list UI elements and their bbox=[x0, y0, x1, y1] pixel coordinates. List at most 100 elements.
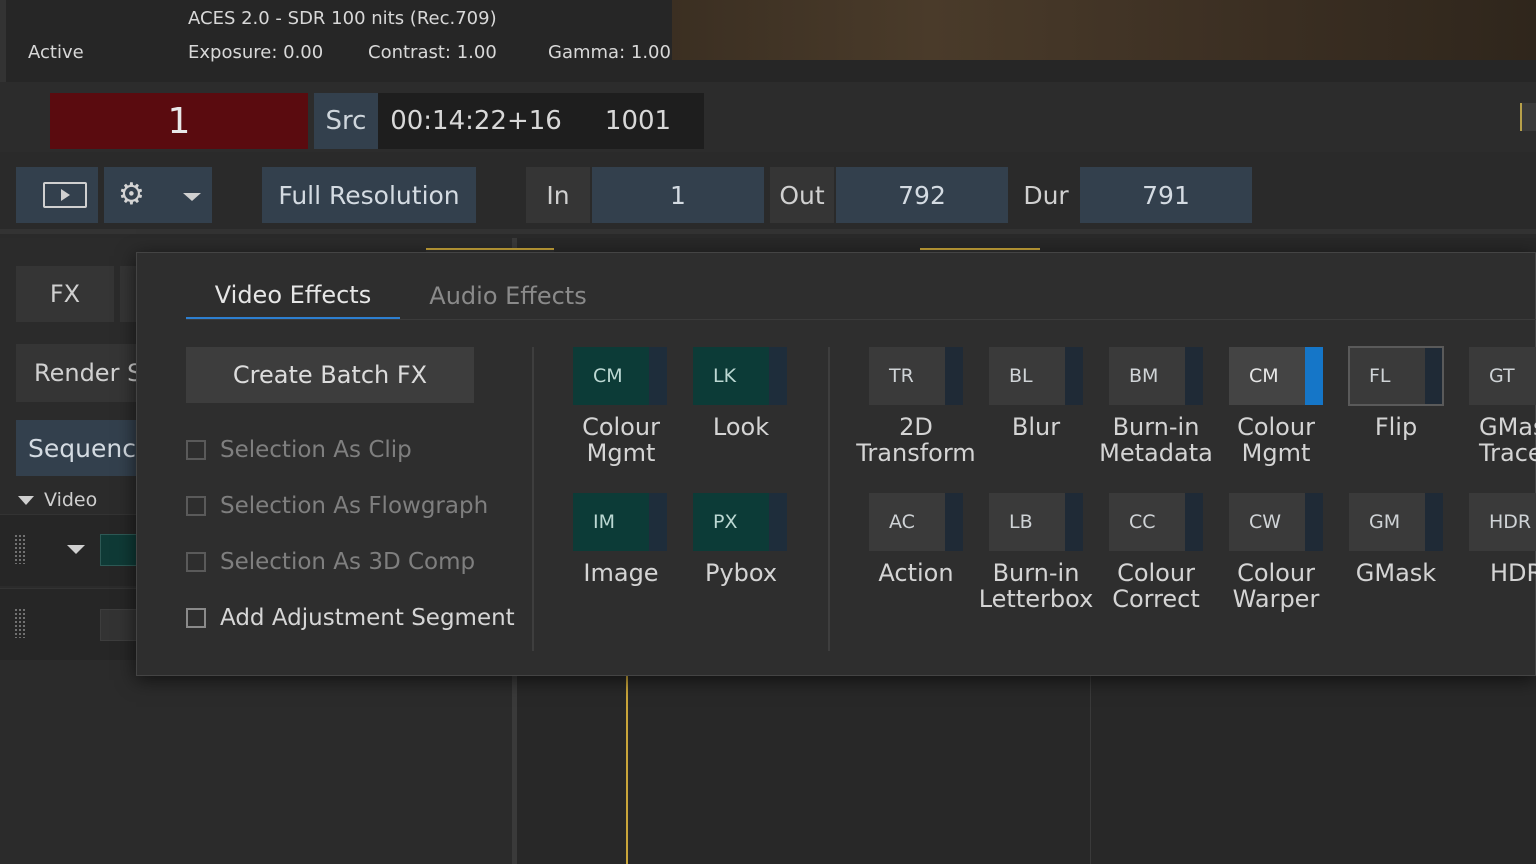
sequence-tab[interactable]: Sequence bbox=[16, 420, 146, 476]
effect-code: LB bbox=[989, 493, 1065, 551]
effect-label[interactable]: Colour Mgmt bbox=[551, 414, 691, 466]
effect-label[interactable]: Burn-in Letterbox bbox=[966, 560, 1106, 612]
effect-code: IM bbox=[573, 493, 649, 551]
effect-tile-look[interactable]: LK bbox=[693, 347, 787, 405]
effect-tile-blur[interactable]: BL bbox=[989, 347, 1083, 405]
effect-tile-colour-warper[interactable]: CW bbox=[1229, 493, 1323, 551]
checkbox[interactable] bbox=[186, 440, 206, 460]
effect-code: GT bbox=[1469, 347, 1536, 405]
effect-tile-flip[interactable]: FL bbox=[1348, 346, 1444, 406]
resolution-dropdown[interactable]: Full Resolution bbox=[262, 167, 476, 223]
effect-label[interactable]: GMas Trace bbox=[1446, 414, 1536, 466]
effect-tile-gmask[interactable]: GM bbox=[1349, 493, 1443, 551]
option-selection-as-clip[interactable]: Selection As Clip bbox=[186, 435, 526, 465]
effect-code: GM bbox=[1349, 493, 1425, 551]
effect-strip bbox=[945, 493, 963, 551]
timeline-divider bbox=[1090, 660, 1091, 864]
effect-label[interactable]: Action bbox=[846, 560, 986, 586]
edge-marker bbox=[1520, 103, 1536, 131]
in-point-field[interactable]: 1 bbox=[592, 167, 764, 223]
duration-field[interactable]: 791 bbox=[1080, 167, 1252, 223]
effect-tile-burn-in-letterbox[interactable]: LB bbox=[989, 493, 1083, 551]
effect-tile-burn-in-metadata[interactable]: BM bbox=[1109, 347, 1203, 405]
gear-icon[interactable]: ⚙ bbox=[118, 179, 145, 211]
viewer-status: Active bbox=[28, 42, 84, 63]
video-group-label: Video bbox=[44, 489, 98, 511]
effect-label[interactable]: Pybox bbox=[671, 560, 811, 586]
chevron-down-icon[interactable] bbox=[183, 193, 201, 201]
video-group[interactable]: Video bbox=[18, 486, 128, 514]
option-add-adjustment-segment[interactable]: Add Adjustment Segment bbox=[186, 603, 526, 633]
effect-code: PX bbox=[693, 493, 769, 551]
effect-label[interactable]: HDR bbox=[1446, 560, 1536, 586]
effect-code: CM bbox=[1229, 347, 1305, 405]
effect-label[interactable]: Look bbox=[671, 414, 811, 440]
track-chip[interactable] bbox=[100, 609, 140, 641]
effect-label[interactable]: Flip bbox=[1326, 414, 1466, 440]
track-chip[interactable] bbox=[100, 534, 140, 566]
option-selection-as-3d-comp[interactable]: Selection As 3D Comp bbox=[186, 547, 526, 577]
tab-video-effects[interactable]: Video Effects bbox=[186, 272, 400, 320]
out-label: Out bbox=[770, 167, 834, 223]
checkbox[interactable] bbox=[186, 552, 206, 572]
current-frame-field[interactable]: 1 bbox=[50, 93, 308, 149]
render-button[interactable]: Render S bbox=[16, 344, 146, 402]
tab-audio-effects[interactable]: Audio Effects bbox=[408, 272, 608, 320]
timecode-value[interactable]: 00:14:22+16 bbox=[390, 93, 562, 149]
fx-tab[interactable]: FX bbox=[16, 266, 114, 322]
effect-strip bbox=[769, 347, 787, 405]
option-selection-as-flowgraph[interactable]: Selection As Flowgraph bbox=[186, 491, 526, 521]
playhead[interactable] bbox=[626, 660, 628, 864]
effect-label[interactable]: Burn-in Metadata bbox=[1086, 414, 1226, 466]
effect-code: CM bbox=[573, 347, 649, 405]
create-batch-fx-button[interactable]: Create Batch FX bbox=[186, 347, 474, 403]
colour-space-label: ACES 2.0 - SDR 100 nits (Rec.709) bbox=[188, 8, 497, 29]
effect-tile-colour-correct[interactable]: CC bbox=[1109, 493, 1203, 551]
effect-tile-gmask-tracer[interactable]: GT bbox=[1469, 347, 1536, 405]
effect-tile-colour-mgmt-selected[interactable]: CM bbox=[1229, 347, 1323, 405]
effect-strip bbox=[945, 347, 963, 405]
effect-label[interactable]: Colour Mgmt bbox=[1206, 414, 1346, 466]
exposure-label: Exposure: 0.00 bbox=[188, 42, 324, 63]
viewer-play-button[interactable] bbox=[16, 167, 98, 223]
effect-strip bbox=[1425, 347, 1443, 405]
contrast-label: Contrast: 1.00 bbox=[368, 42, 497, 63]
effect-code: LK bbox=[693, 347, 769, 405]
effect-label[interactable]: 2D Transform bbox=[846, 414, 986, 466]
effect-strip bbox=[1185, 493, 1203, 551]
effect-label[interactable]: Image bbox=[551, 560, 691, 586]
effect-label[interactable]: Blur bbox=[966, 414, 1106, 440]
drag-handle-icon[interactable] bbox=[14, 608, 26, 638]
effect-label[interactable]: GMask bbox=[1326, 560, 1466, 586]
effect-tile-action[interactable]: AC bbox=[869, 493, 963, 551]
option-label: Selection As 3D Comp bbox=[220, 549, 476, 575]
effect-tile-pybox[interactable]: PX bbox=[693, 493, 787, 551]
effect-code: CC bbox=[1109, 493, 1185, 551]
effect-tile-hdr[interactable]: HDR bbox=[1469, 493, 1536, 551]
separator bbox=[532, 347, 534, 651]
in-label: In bbox=[526, 167, 590, 223]
effect-code: FL bbox=[1349, 347, 1425, 405]
effect-tile-image[interactable]: IM bbox=[573, 493, 667, 551]
out-point-field[interactable]: 792 bbox=[836, 167, 1008, 223]
option-label: Add Adjustment Segment bbox=[220, 605, 515, 631]
tab-divider bbox=[186, 319, 1536, 320]
frame-number[interactable]: 1001 bbox=[590, 93, 686, 149]
effect-tile-2d-transform[interactable]: TR bbox=[869, 347, 963, 405]
effect-label[interactable]: Colour Correct bbox=[1086, 560, 1226, 612]
control-row bbox=[0, 152, 1536, 234]
source-toggle-button[interactable]: Src bbox=[314, 93, 378, 149]
effect-tile-colour-mgmt[interactable]: CM bbox=[573, 347, 667, 405]
checkbox[interactable] bbox=[186, 608, 206, 628]
effect-strip bbox=[1425, 493, 1443, 551]
effect-code: TR bbox=[869, 347, 945, 405]
chevron-down-icon[interactable] bbox=[67, 545, 85, 554]
checkbox[interactable] bbox=[186, 496, 206, 516]
expand-triangle-icon[interactable] bbox=[18, 495, 34, 505]
effect-strip bbox=[649, 347, 667, 405]
effect-label[interactable]: Colour Warper bbox=[1206, 560, 1346, 612]
drag-handle-icon[interactable] bbox=[14, 534, 26, 564]
viewer-image bbox=[672, 0, 1536, 60]
duration-label: Dur bbox=[1023, 180, 1069, 210]
effect-code: HDR bbox=[1469, 493, 1536, 551]
